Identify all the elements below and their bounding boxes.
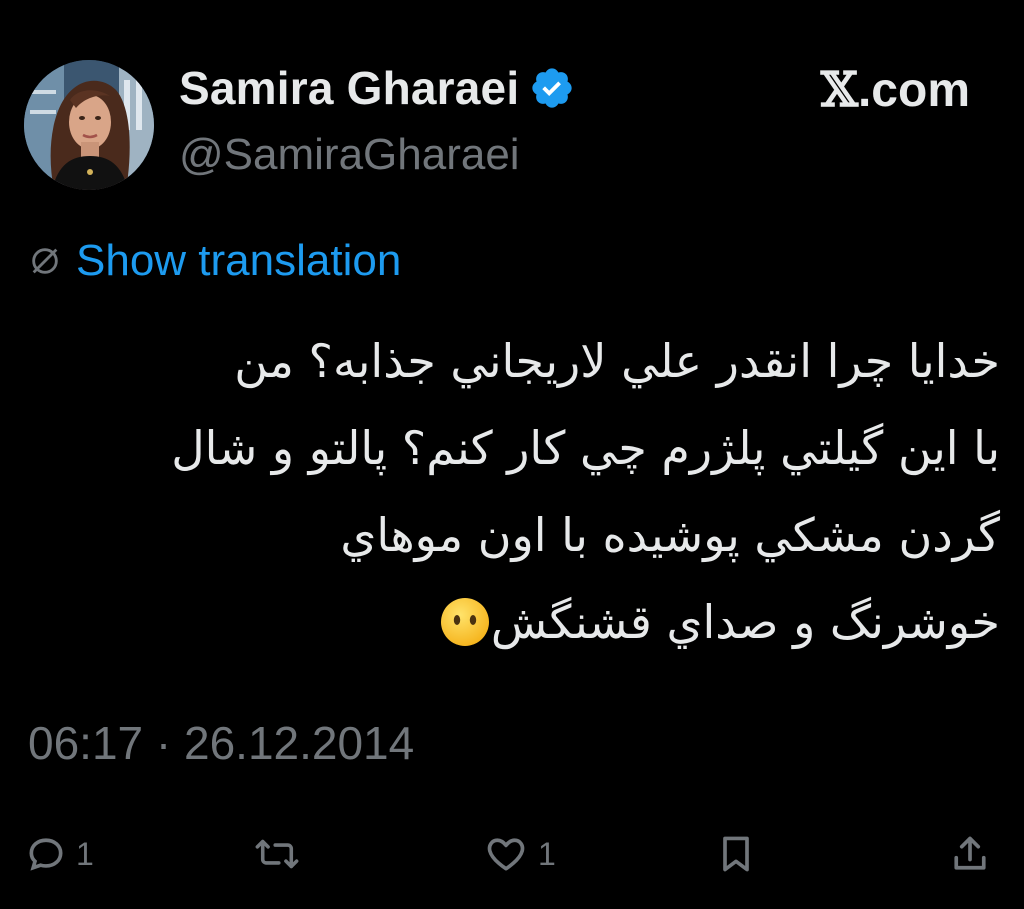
- author-names: Samira Gharaei @SamiraGharaei: [179, 60, 575, 180]
- tweet-line-4-text: خوشرنگ و صداي قشنگش: [490, 595, 1000, 649]
- tweet-text: خدايا چرا انقدر علي لاريجاني جذابه؟ من ب…: [24, 318, 1000, 666]
- x-logo-icon: 𝕏: [820, 62, 858, 118]
- reply-button[interactable]: 1: [24, 822, 94, 886]
- x-brand-logo: 𝕏 .com: [821, 62, 970, 118]
- tweet-header: Samira Gharaei @SamiraGharaei 𝕏 .com: [24, 60, 1000, 190]
- show-translation-link[interactable]: Show translation: [28, 233, 401, 289]
- reply-count: 1: [76, 835, 94, 872]
- share-icon: [948, 832, 992, 876]
- display-name[interactable]: Samira Gharaei: [179, 61, 519, 115]
- verified-badge-icon: [529, 65, 575, 111]
- tweet-timestamp[interactable]: 06:17 · 26.12.2014: [28, 716, 414, 770]
- tweet-actions: 1 1: [24, 822, 1000, 886]
- face-without-mouth-emoji-icon: [439, 589, 491, 646]
- bookmark-button[interactable]: [714, 822, 758, 886]
- share-button[interactable]: [948, 822, 992, 886]
- tweet-line-4: خوشرنگ و صداي قشنگش: [24, 579, 1000, 666]
- reply-icon: [24, 832, 68, 876]
- show-translation-label[interactable]: Show translation: [76, 236, 401, 286]
- author-handle[interactable]: @SamiraGharaei: [179, 130, 575, 180]
- brand-domain: .com: [857, 63, 970, 117]
- like-count: 1: [538, 835, 556, 872]
- tweet-line-1: خدايا چرا انقدر علي لاريجاني جذابه؟ من: [234, 334, 1000, 388]
- display-name-row: Samira Gharaei: [179, 60, 575, 116]
- retweet-button[interactable]: [252, 822, 302, 886]
- tweet-line-2: با اين گيلتي پلژرم چي كار كنم؟ پالتو و ش…: [171, 421, 1000, 475]
- avatar[interactable]: [24, 60, 154, 190]
- retweet-icon: [252, 832, 302, 876]
- bookmark-icon: [714, 832, 758, 876]
- like-button[interactable]: 1: [482, 822, 556, 886]
- tweet-line-3: گردن مشكي پوشيده با اون موهاي: [340, 508, 1000, 562]
- heart-icon: [482, 832, 530, 876]
- globe-icon: [28, 244, 62, 278]
